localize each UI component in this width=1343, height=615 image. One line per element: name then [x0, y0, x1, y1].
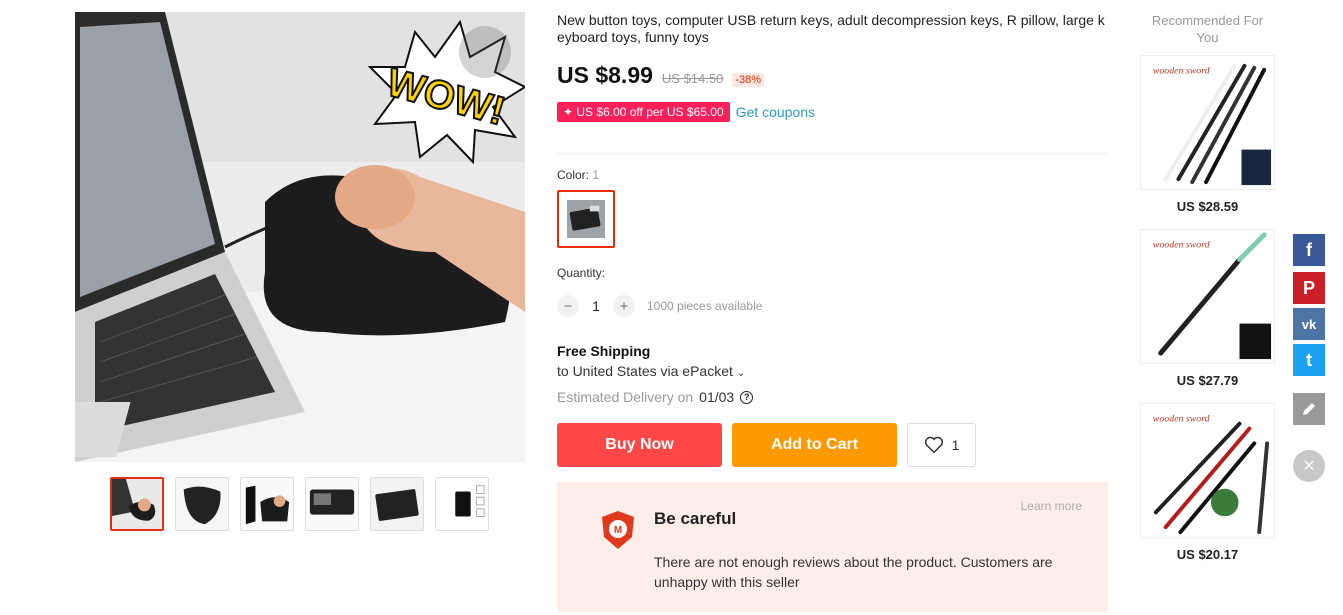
recommended-panel: Recommended For You wooden sword US $28.…	[1140, 12, 1275, 562]
facebook-share-icon[interactable]: f	[1293, 234, 1325, 266]
wishlist-button[interactable]: 1	[907, 423, 976, 467]
coupon-row: ✦ US $6.00 off per US $65.00 Get coupons	[557, 102, 1108, 122]
quantity-minus-button[interactable]: −	[557, 295, 579, 317]
chevron-down-icon: ⌄	[736, 368, 746, 379]
recommended-item[interactable]: wooden sword US $20.17	[1140, 403, 1275, 562]
price-row: US $8.99 US $14.50 -38%	[557, 62, 1108, 89]
recommended-item[interactable]: wooden sword US $27.79	[1140, 229, 1275, 388]
color-swatch-1[interactable]	[557, 190, 615, 248]
shipping-title: Free Shipping	[557, 343, 651, 359]
coupon-badge[interactable]: ✦ US $6.00 off per US $65.00	[557, 102, 730, 122]
current-price: US $8.99	[557, 62, 653, 88]
shipping-destination-text: to United States via ePacket	[557, 363, 733, 379]
edit-icon[interactable]	[1293, 393, 1325, 425]
recommended-item-image[interactable]: wooden sword	[1140, 403, 1275, 538]
main-product-image[interactable]: WOW!	[75, 12, 525, 462]
vk-share-icon[interactable]: vk	[1293, 308, 1325, 340]
stock-available: 1000 pieces available	[647, 299, 763, 313]
recommended-item[interactable]: wooden sword US $28.59	[1140, 55, 1275, 214]
svg-text:M: M	[614, 525, 622, 536]
product-title: New button toys, computer USB return key…	[557, 12, 1105, 45]
warning-title: Be careful	[654, 509, 737, 528]
buy-now-button[interactable]: Buy Now	[557, 423, 722, 467]
heart-icon	[924, 436, 943, 454]
quantity-stepper: − 1 + 1000 pieces available	[557, 295, 762, 317]
recommended-item-image[interactable]: wooden sword	[1140, 55, 1275, 190]
shipping-info: Free Shipping to United States via ePack…	[557, 343, 745, 379]
twitter-share-icon[interactable]: t	[1293, 344, 1325, 376]
color-label: Color: 1	[557, 168, 599, 182]
divider	[557, 153, 1108, 154]
add-to-cart-button[interactable]: Add to Cart	[732, 423, 897, 467]
color-label-text: Color:	[557, 168, 590, 182]
rec-image-label: wooden sword	[1153, 66, 1210, 77]
recommended-title: Recommended For You	[1151, 13, 1264, 45]
discount-badge: -38%	[732, 73, 765, 87]
rec-image-label: wooden sword	[1153, 240, 1210, 251]
recommended-item-image[interactable]: wooden sword	[1140, 229, 1275, 364]
close-icon[interactable]: ×	[1293, 450, 1325, 482]
thumbnail-5[interactable]	[370, 477, 424, 531]
quantity-value[interactable]: 1	[579, 298, 613, 314]
help-icon[interactable]: ?	[740, 390, 754, 404]
thumbnail-strip	[110, 477, 489, 531]
recommended-item-price: US $27.79	[1176, 373, 1239, 388]
quantity-plus-button[interactable]: +	[613, 295, 635, 317]
color-value: 1	[592, 168, 600, 182]
recommended-item-price: US $28.59	[1176, 199, 1239, 214]
learn-more-link[interactable]: Learn more	[1021, 499, 1082, 513]
delivery-date: 01/03	[699, 389, 735, 405]
recommended-item-price: US $20.17	[1176, 547, 1239, 562]
action-buttons: Buy Now Add to Cart 1	[557, 423, 976, 467]
quantity-label: Quantity:	[557, 266, 606, 280]
thumbnail-2[interactable]	[175, 477, 229, 531]
delivery-label: Estimated Delivery on	[557, 389, 694, 405]
shipping-destination[interactable]: to United States via ePacket ⌄	[557, 363, 745, 379]
wishlist-count: 1	[951, 437, 960, 453]
rec-image-label: wooden sword	[1153, 414, 1210, 425]
original-price: US $14.50	[661, 71, 724, 86]
thumbnail-6[interactable]	[435, 477, 489, 531]
product-info: New button toys, computer USB return key…	[557, 12, 1108, 612]
coupon-text: US $6.00 off per US $65.00	[576, 105, 724, 119]
warning-text: There are not enough reviews about the p…	[654, 554, 1053, 590]
thumbnail-4[interactable]	[305, 477, 359, 531]
pinterest-share-icon[interactable]: P	[1293, 272, 1325, 304]
thumbnail-3[interactable]	[240, 477, 294, 531]
shield-warning-icon: M	[602, 511, 634, 549]
estimated-delivery: Estimated Delivery on 01/03 ?	[557, 389, 754, 405]
get-coupons-link[interactable]: Get coupons	[736, 104, 815, 120]
thumbnail-1[interactable]	[110, 477, 164, 531]
seller-warning: M Be careful Learn more There are not en…	[557, 482, 1108, 612]
